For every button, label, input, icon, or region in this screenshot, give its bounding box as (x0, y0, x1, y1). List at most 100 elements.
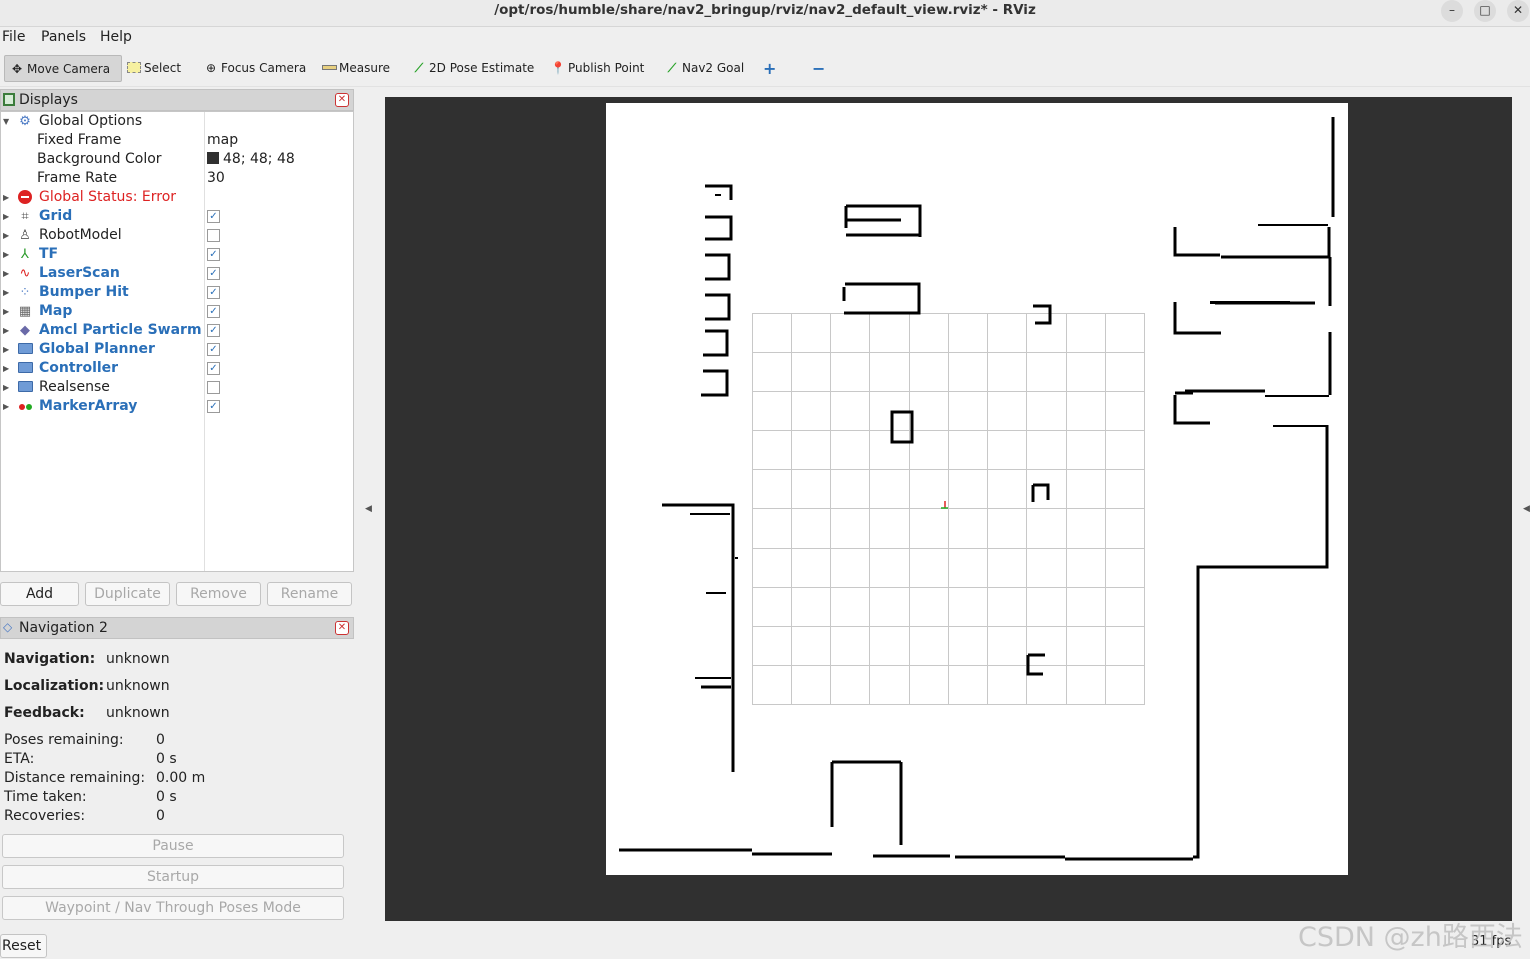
distance-remaining-value: 0.00 m (156, 770, 206, 786)
tree-row-amcl-particle-swarm[interactable]: ▶ ◆ Amcl Particle Swarm ✓ (1, 321, 353, 340)
measure-tool[interactable]: Measure (321, 55, 390, 82)
expand-arrow-icon[interactable]: ▶ (3, 340, 9, 359)
close-panel-icon[interactable]: ✕ (335, 93, 349, 107)
expand-arrow-icon[interactable]: ▶ (3, 207, 9, 226)
tree-row-realsense[interactable]: ▶ Realsense (1, 378, 353, 397)
add-display-button[interactable]: Add (0, 582, 79, 606)
waypoint-mode-button[interactable]: Waypoint / Nav Through Poses Mode (2, 896, 344, 920)
display-label: Controller (39, 360, 119, 376)
title-bar: /opt/ros/humble/share/nav2_bringup/rviz/… (0, 0, 1530, 27)
move-camera-tool[interactable]: ✥ Move Camera (4, 55, 122, 82)
markers-icon (17, 399, 33, 414)
display-checkbox[interactable]: ✓ (207, 305, 220, 318)
fixed-frame-value[interactable]: map (207, 131, 238, 150)
tree-row-markerarray[interactable]: ▶ MarkerArray ✓ (1, 397, 353, 416)
tree-row-background-color[interactable]: Background Color 48; 48; 48 (1, 150, 353, 169)
remove-button[interactable]: Remove (176, 582, 261, 606)
tree-row-bumper-hit[interactable]: ▶ ⁘ Bumper Hit ✓ (1, 283, 353, 302)
nav2-icon: ◇ (3, 620, 13, 634)
tree-row-frame-rate[interactable]: Frame Rate 30 (1, 169, 353, 188)
render-viewport[interactable] (385, 97, 1512, 921)
rename-button[interactable]: Rename (267, 582, 352, 606)
focus-camera-tool[interactable]: ⊕ Focus Camera (203, 55, 306, 82)
tree-row-controller[interactable]: ▶ Controller ✓ (1, 359, 353, 378)
tree-row-map[interactable]: ▶ ▦ Map ✓ (1, 302, 353, 321)
nav2-goal-tool[interactable]: ⟋ Nav2 Goal (664, 55, 744, 82)
tree-row-tf[interactable]: ▶ ⅄ TF ✓ (1, 245, 353, 264)
feedback-label: Feedback: (4, 705, 85, 721)
tree-row-laserscan[interactable]: ▶ ∿ LaserScan ✓ (1, 264, 353, 283)
pose-array-icon: ◆ (20, 323, 30, 338)
startup-button[interactable]: Startup (2, 865, 344, 889)
folder-icon (17, 380, 33, 395)
publish-point-tool[interactable]: 📍 Publish Point (550, 55, 645, 82)
expand-arrow-icon[interactable]: ▶ (3, 378, 9, 397)
map-view[interactable] (385, 97, 1512, 921)
expand-arrow-icon[interactable]: ▶ (3, 302, 9, 321)
frame-rate-value[interactable]: 30 (207, 169, 225, 188)
close-window-button[interactable]: ✕ (1507, 0, 1529, 22)
tree-row-robotmodel[interactable]: ▶ ♙ RobotModel (1, 226, 353, 245)
csdn-watermark: CSDN @zh路西法 (1298, 922, 1523, 953)
background-color-label: Background Color (37, 151, 162, 167)
expand-arrow-icon[interactable]: ▶ (3, 226, 9, 245)
menu-bar: File Panels Help (0, 27, 1530, 49)
expand-arrow-icon[interactable]: ▶ (3, 188, 9, 207)
background-color-field[interactable]: 48; 48; 48 (207, 150, 295, 169)
display-label: MarkerArray (39, 398, 138, 414)
poses-remaining-label: Poses remaining: (4, 732, 124, 748)
green-arrow-icon: ⟋ (667, 61, 677, 75)
pause-button[interactable]: Pause (2, 834, 344, 858)
menu-panels[interactable]: Panels (41, 29, 86, 45)
select-tool[interactable]: Select (126, 55, 181, 82)
display-label: Global Planner (39, 341, 155, 357)
minimize-button[interactable]: – (1441, 0, 1463, 22)
grid-icon: ⌗ (21, 209, 29, 224)
eta-value: 0 s (156, 751, 177, 767)
display-checkbox[interactable]: ✓ (207, 343, 220, 356)
display-checkbox[interactable]: ✓ (207, 210, 220, 223)
display-checkbox[interactable]: ✓ (207, 286, 220, 299)
pose-estimate-label: 2D Pose Estimate (429, 61, 535, 75)
menu-file[interactable]: File (2, 29, 25, 45)
tree-row-global-planner[interactable]: ▶ Global Planner ✓ (1, 340, 353, 359)
tree-row-global-status[interactable]: ▶ Global Status: Error (1, 188, 353, 207)
recoveries-value: 0 (156, 808, 165, 824)
collapse-right-panel-icon[interactable]: ◀ (1523, 504, 1530, 514)
map-icon: ▦ (18, 304, 32, 319)
localization-label: Localization: (4, 678, 105, 694)
add-tool-button[interactable]: + (763, 55, 776, 82)
display-checkbox[interactable]: ✓ (207, 362, 220, 375)
display-checkbox[interactable]: ✓ (207, 324, 220, 337)
tree-row-grid[interactable]: ▶ ⌗ Grid ✓ (1, 207, 353, 226)
tree-row-global-options[interactable]: ▼ ⚙ Global Options (1, 112, 353, 131)
maximize-button[interactable]: □ (1474, 0, 1496, 22)
display-checkbox[interactable] (207, 229, 220, 242)
expand-arrow-icon[interactable]: ▶ (3, 245, 9, 264)
navigation-value: unknown (106, 651, 170, 667)
display-checkbox[interactable]: ✓ (207, 267, 220, 280)
remove-tool-button[interactable]: − (812, 55, 825, 82)
expand-arrow-icon[interactable]: ▶ (3, 359, 9, 378)
global-options-label: Global Options (39, 113, 143, 129)
display-checkbox[interactable]: ✓ (207, 248, 220, 261)
expand-arrow-icon[interactable]: ▶ (3, 397, 9, 416)
display-checkbox[interactable] (207, 381, 220, 394)
menu-help[interactable]: Help (100, 29, 132, 45)
expand-arrow-icon[interactable]: ▶ (3, 264, 9, 283)
tree-row-fixed-frame[interactable]: Fixed Frame map (1, 131, 353, 150)
measure-label: Measure (339, 61, 390, 75)
collapse-arrow-icon[interactable]: ▼ (3, 112, 9, 131)
close-panel-icon[interactable]: ✕ (335, 621, 349, 635)
expand-arrow-icon[interactable]: ▶ (3, 321, 9, 340)
recoveries-label: Recoveries: (4, 808, 86, 824)
pose-estimate-tool[interactable]: ⟋ 2D Pose Estimate (411, 55, 535, 82)
duplicate-button[interactable]: Duplicate (85, 582, 170, 606)
reset-button[interactable]: Reset (0, 934, 47, 958)
navigation-title: Navigation 2 (19, 620, 108, 636)
time-taken-label: Time taken: (4, 789, 87, 805)
window-title: /opt/ros/humble/share/nav2_bringup/rviz/… (494, 2, 1036, 18)
display-checkbox[interactable]: ✓ (207, 400, 220, 413)
collapse-left-panel-icon[interactable]: ◀ (365, 504, 372, 514)
expand-arrow-icon[interactable]: ▶ (3, 283, 9, 302)
